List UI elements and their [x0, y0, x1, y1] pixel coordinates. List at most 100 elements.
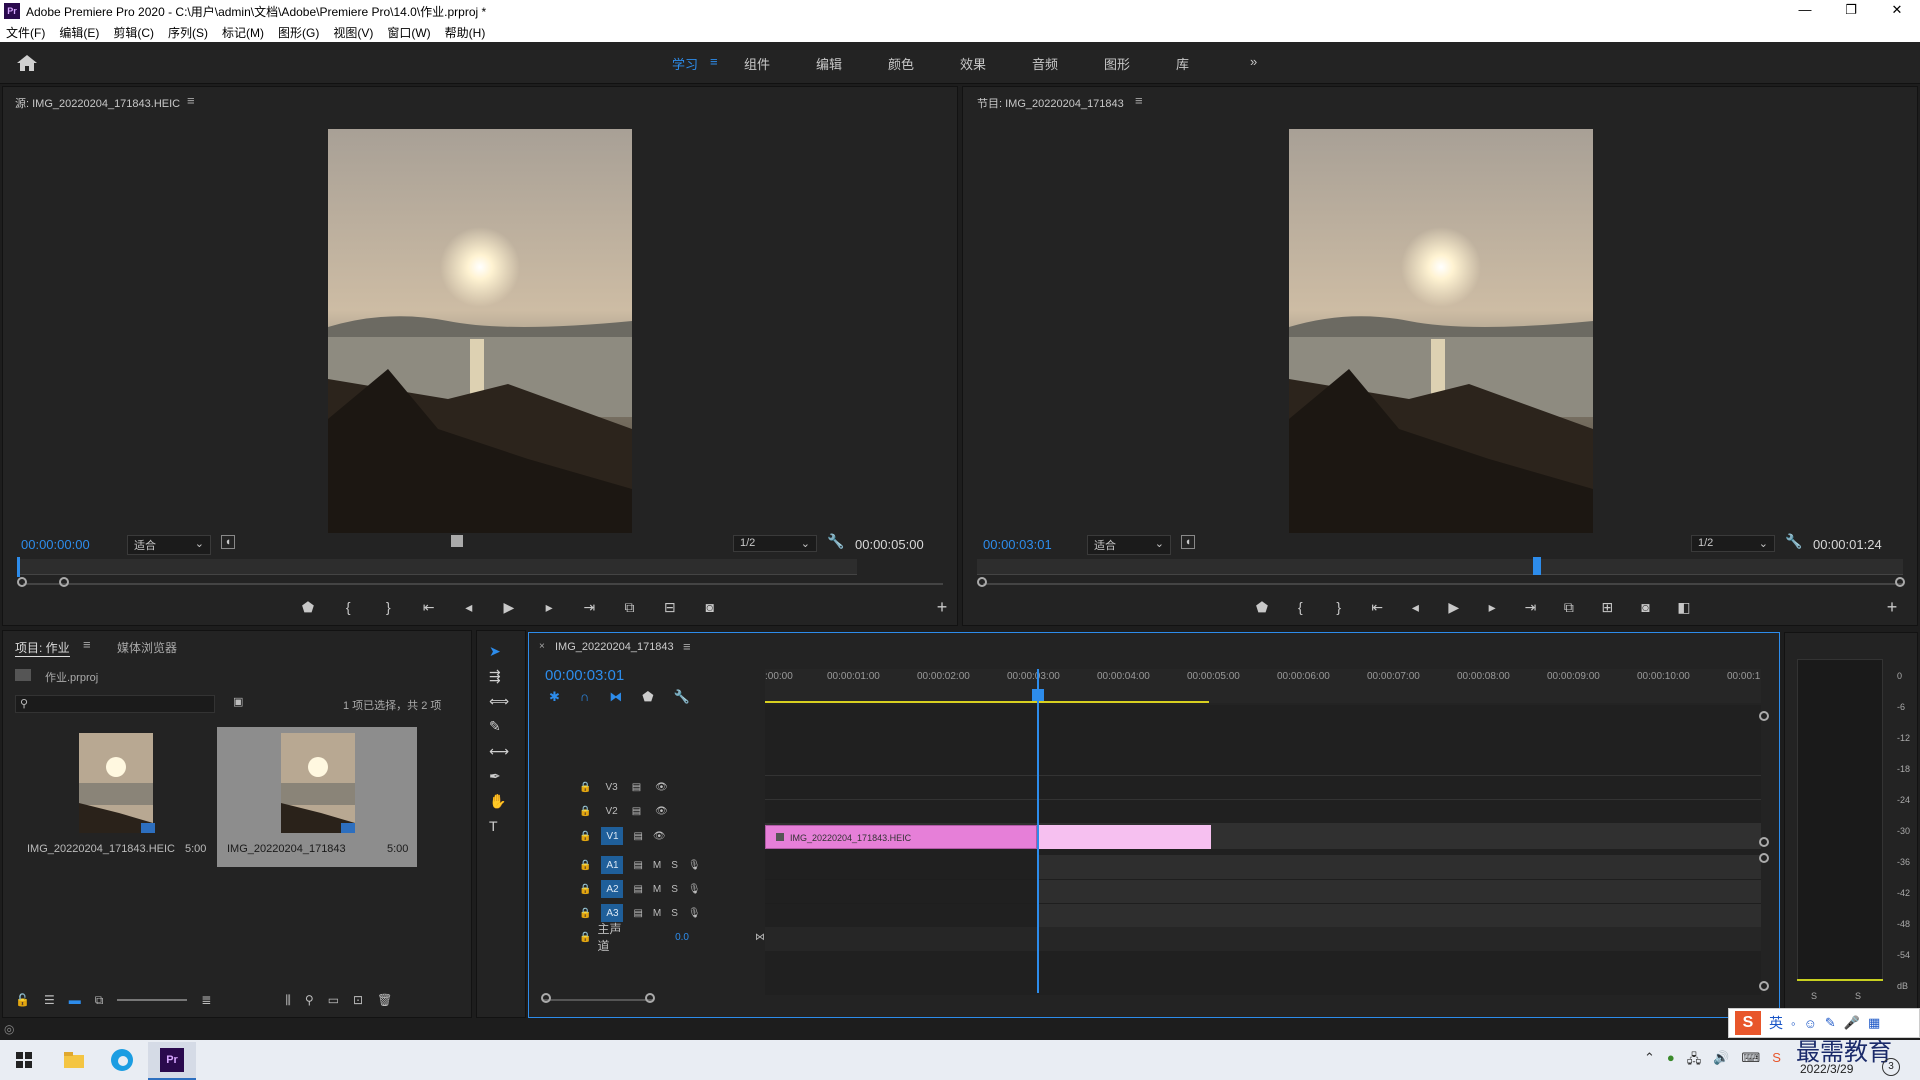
ime-language[interactable]: 英 [1769, 1013, 1783, 1033]
edge-browser-icon[interactable] [108, 1046, 136, 1074]
scroll-handle[interactable] [1759, 837, 1769, 847]
new-bin-icon[interactable]: ▭ [328, 993, 339, 1007]
solo-right-button[interactable]: S [1855, 991, 1861, 1001]
ripple-edit-tool-icon[interactable]: ⟺ [489, 693, 509, 710]
scroll-handle[interactable] [1759, 853, 1769, 863]
workspace-tab-learn[interactable]: 学习 [672, 54, 698, 73]
freeform-view-icon[interactable]: ⧉ [95, 993, 104, 1008]
timeline-ruler[interactable]: :00:00 00:00:01:00 00:00:02:00 00:00:03:… [765, 669, 1761, 703]
audio-track-lanes[interactable] [1037, 855, 1761, 927]
zoom-handle-right[interactable] [59, 577, 69, 587]
workspace-tab-assembly[interactable]: 组件 [744, 54, 770, 73]
workspace-tab-editing[interactable]: 编辑 [816, 54, 842, 73]
timeline-clip[interactable]: IMG_20220204_171843.HEIC [765, 825, 1037, 849]
type-tool-icon[interactable]: T [489, 818, 509, 834]
track-label-v1[interactable]: V1 [601, 827, 624, 845]
horizontal-zoom-bar[interactable] [543, 999, 653, 1001]
lock-icon[interactable]: 🔒 [579, 831, 591, 842]
lock-icon[interactable]: 🔒 [579, 932, 591, 943]
mark-out-icon[interactable]: } [1330, 599, 1348, 616]
workspace-tab-audio[interactable]: 音频 [1032, 54, 1058, 73]
play-icon[interactable]: ▶ [1445, 599, 1463, 616]
input-method-icon[interactable]: ⌨ [1741, 1050, 1760, 1072]
zoom-handle-right[interactable] [1895, 577, 1905, 587]
mark-in-icon[interactable]: { [339, 599, 357, 616]
program-zoom-bar[interactable] [983, 583, 1903, 585]
add-marker-icon[interactable]: ⬟ [642, 689, 653, 705]
playhead-handle[interactable] [1032, 689, 1044, 701]
mic-icon[interactable]: 🎙 [688, 884, 701, 895]
zoom-handle-left[interactable] [977, 577, 987, 587]
go-to-in-icon[interactable]: ⇤ [420, 599, 438, 616]
timeline-tracks-area[interactable]: IMG_20220204_171843.HEIC [765, 705, 1761, 995]
workspace-tab-effects[interactable]: 效果 [960, 54, 986, 73]
track-label-v2[interactable]: V2 [605, 806, 617, 817]
timeline-timecode[interactable]: 00:00:03:01 [545, 667, 624, 684]
media-browser-tab[interactable]: 媒体浏览器 [117, 639, 177, 656]
menu-graphics[interactable]: 图形(G) [278, 24, 319, 41]
icon-view-icon[interactable]: ▬ [69, 993, 81, 1007]
mic-icon[interactable]: 🎙 [688, 908, 701, 919]
menu-file[interactable]: 文件(F) [6, 24, 45, 41]
eye-icon[interactable]: 👁 [655, 782, 668, 793]
premiere-taskbar-button[interactable]: Pr [148, 1042, 196, 1080]
camera-icon[interactable]: ◙ [1637, 599, 1655, 616]
home-icon[interactable] [16, 54, 38, 72]
sync-lock-icon[interactable]: ▤ [633, 884, 642, 895]
emoji-icon[interactable]: ☺ [1804, 1016, 1817, 1031]
sort-icon[interactable]: ≣ [201, 993, 211, 1007]
workspace-overflow-icon[interactable]: » [1250, 54, 1257, 69]
toolbox-icon[interactable]: ▦ [1868, 1015, 1880, 1031]
wrench-icon[interactable]: 🔧 [1785, 533, 1803, 550]
workspace-tab-graphics[interactable]: 图形 [1104, 54, 1130, 73]
lock-icon[interactable]: 🔒 [579, 782, 591, 793]
add-button-icon[interactable]: + [1883, 597, 1901, 618]
menu-view[interactable]: 视图(V) [333, 24, 373, 41]
new-item-icon[interactable]: ⊡ [353, 993, 363, 1007]
mute-button[interactable]: M [653, 908, 661, 919]
windows-start-icon[interactable] [10, 1046, 38, 1074]
project-tab[interactable]: 项目: 作业 [15, 639, 70, 657]
go-to-out-icon[interactable]: ⇥ [1522, 599, 1540, 616]
zoom-handle-left[interactable] [17, 577, 27, 587]
lock-icon[interactable]: 🔒 [579, 806, 591, 817]
zoom-handle-right[interactable] [645, 993, 655, 1003]
add-marker-icon[interactable]: ⬟ [1253, 599, 1271, 616]
close-tab-icon[interactable]: × [539, 641, 545, 652]
timeline-clip-selected-region[interactable] [1037, 825, 1211, 849]
sogou-tray-icon[interactable]: S [1772, 1050, 1781, 1072]
workspace-menu-icon[interactable]: ≡ [710, 54, 718, 69]
source-monitor-title[interactable]: 源: IMG_20220204_171843.HEIC [15, 95, 180, 111]
add-button-icon[interactable]: + [933, 597, 951, 618]
pen-tool-icon[interactable]: ✒ [489, 768, 509, 785]
restore-icon[interactable]: ❐ [1828, 0, 1874, 22]
go-to-end-icon[interactable]: ⋈ [755, 932, 765, 943]
skin-icon[interactable]: ✎ [1825, 1015, 1836, 1031]
close-icon[interactable]: ✕ [1874, 0, 1920, 22]
network-icon[interactable]: 🖧 [1687, 1050, 1702, 1072]
extract-icon[interactable]: ⊞ [1598, 599, 1616, 616]
source-resolution-dropdown[interactable]: 1/2 ⌄ [733, 535, 817, 552]
step-forward-icon[interactable]: ▸ [540, 599, 558, 616]
automate-icon[interactable]: ⫼ [285, 993, 291, 1008]
mute-button[interactable]: M [653, 860, 661, 871]
track-label-a2[interactable]: A2 [601, 880, 624, 898]
wrench-icon[interactable]: 🔧 [827, 533, 845, 550]
wrench-icon[interactable]: 🔧 [674, 689, 690, 705]
source-time-ruler[interactable] [17, 559, 857, 575]
solo-left-button[interactable]: S [1811, 991, 1817, 1001]
lock-icon[interactable]: 🔒 [579, 860, 591, 871]
source-playhead[interactable] [17, 557, 20, 577]
insert-clip-icon[interactable]: ⧉ [621, 599, 639, 616]
menu-window[interactable]: 窗口(W) [387, 24, 430, 41]
selection-tool-icon[interactable]: ➤ [489, 643, 509, 660]
master-track-lane[interactable] [765, 927, 1761, 951]
menu-help[interactable]: 帮助(H) [445, 24, 486, 41]
tray-app-icon[interactable]: ● [1667, 1050, 1675, 1072]
snap-icon[interactable]: ∩ [580, 689, 589, 705]
project-item[interactable]: IMG_20220204_171843.HEIC 5:00 [17, 727, 213, 863]
zoom-handle-left[interactable] [541, 993, 551, 1003]
step-forward-icon[interactable]: ▸ [1483, 599, 1501, 616]
timeline-tab[interactable]: IMG_20220204_171843 [555, 641, 674, 653]
lock-icon[interactable]: 🔒 [579, 908, 591, 919]
